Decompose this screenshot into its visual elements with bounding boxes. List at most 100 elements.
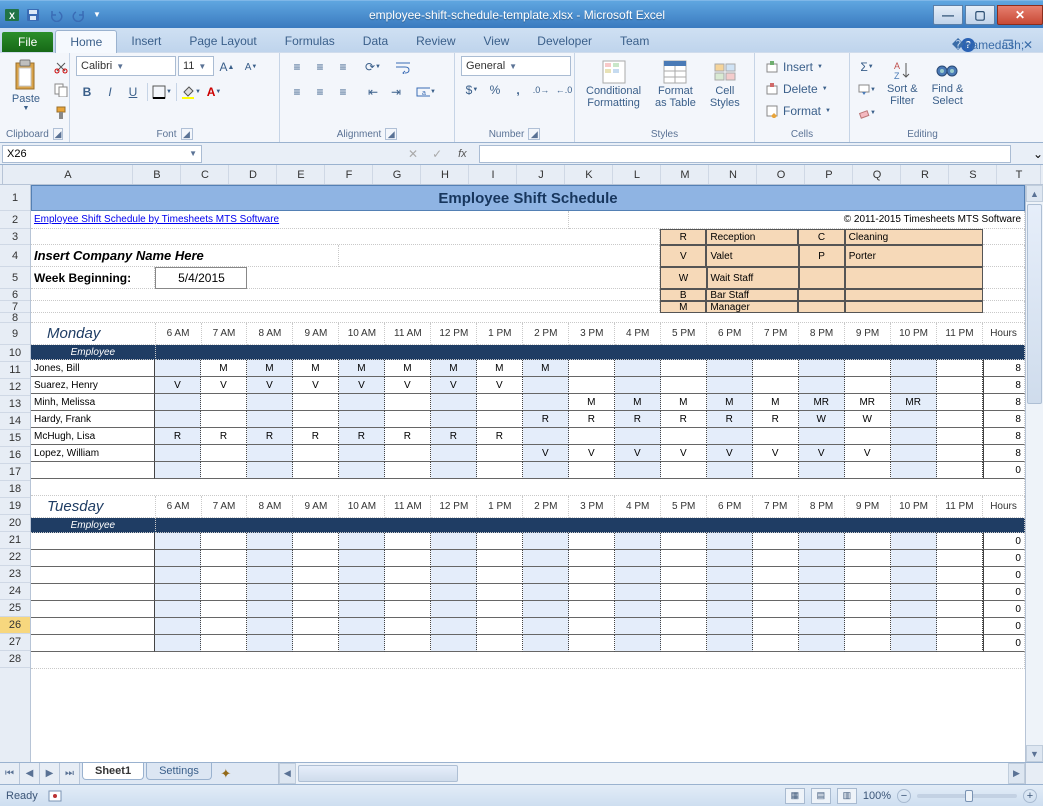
shift-cell[interactable] [247, 567, 293, 584]
shift-cell[interactable] [661, 567, 707, 584]
sort-filter-button[interactable]: AZSort & Filter [882, 56, 923, 110]
time-header[interactable]: 8 AM [247, 496, 293, 518]
row-header-18[interactable]: 18 [0, 481, 30, 498]
shift-cell[interactable]: R [477, 428, 523, 445]
shift-cell[interactable] [385, 533, 431, 550]
tab-page-layout[interactable]: Page Layout [175, 30, 270, 52]
cell[interactable]: Bar Staff [706, 289, 798, 301]
shift-cell[interactable] [891, 445, 937, 462]
col-header-C[interactable]: C [181, 165, 229, 184]
shift-cell[interactable] [569, 567, 615, 584]
shift-cell[interactable] [845, 377, 891, 394]
shift-cell[interactable] [339, 584, 385, 601]
shift-cell[interactable] [523, 567, 569, 584]
col-header-P[interactable]: P [805, 165, 853, 184]
hours-cell[interactable]: 8 [983, 360, 1025, 377]
shift-cell[interactable]: W [799, 411, 845, 428]
time-header[interactable]: 6 PM [707, 323, 753, 345]
align-top-button[interactable]: ≡ [286, 56, 308, 78]
underline-button[interactable]: U [122, 81, 144, 103]
shift-cell[interactable] [891, 411, 937, 428]
copyright-text[interactable]: © 2011-2015 Timesheets MTS Software [569, 211, 1025, 229]
shift-cell[interactable] [569, 601, 615, 618]
number-format-combo[interactable]: General▼ [461, 56, 571, 76]
shift-cell[interactable]: V [707, 445, 753, 462]
time-header[interactable]: 11 AM [385, 323, 431, 345]
col-header-M[interactable]: M [661, 165, 709, 184]
row-header-14[interactable]: 14 [0, 413, 30, 430]
shift-cell[interactable] [155, 567, 201, 584]
shift-cell[interactable] [155, 550, 201, 567]
shift-cell[interactable]: V [845, 445, 891, 462]
cell[interactable]: P [799, 245, 845, 267]
shift-cell[interactable]: R [293, 428, 339, 445]
shift-cell[interactable] [799, 601, 845, 618]
conditional-formatting-button[interactable]: Conditional Formatting [581, 56, 646, 112]
select-all-corner[interactable] [0, 165, 3, 185]
shift-cell[interactable] [155, 533, 201, 550]
shift-cell[interactable] [201, 411, 247, 428]
hours-header[interactable]: Hours [983, 323, 1025, 345]
cell[interactable] [31, 652, 1025, 669]
shift-cell[interactable] [799, 360, 845, 377]
row-header-27[interactable]: 27 [0, 634, 30, 651]
cell[interactable]: Valet [706, 245, 798, 267]
cell[interactable] [31, 479, 1025, 496]
hours-cell[interactable]: 8 [983, 411, 1025, 428]
shift-cell[interactable] [339, 618, 385, 635]
shift-cell[interactable] [845, 567, 891, 584]
shift-cell[interactable] [477, 567, 523, 584]
decrease-decimal-button[interactable]: ←.0 [553, 79, 575, 101]
shift-cell[interactable] [155, 445, 201, 462]
shift-cell[interactable] [707, 584, 753, 601]
shift-cell[interactable]: R [201, 428, 247, 445]
align-right-button[interactable]: ≡ [332, 81, 354, 103]
shift-cell[interactable] [431, 445, 477, 462]
shift-cell[interactable] [385, 411, 431, 428]
employee-header[interactable]: Employee [31, 345, 156, 360]
shift-cell[interactable] [293, 394, 339, 411]
shift-cell[interactable] [753, 377, 799, 394]
shift-cell[interactable] [569, 462, 615, 479]
shift-cell[interactable]: V [247, 377, 293, 394]
shift-cell[interactable] [707, 567, 753, 584]
cell[interactable] [799, 267, 845, 289]
row-header-12[interactable]: 12 [0, 379, 30, 396]
shift-cell[interactable] [339, 462, 385, 479]
shift-cell[interactable]: R [753, 411, 799, 428]
scroll-right-icon[interactable]: ▶ [1008, 763, 1025, 784]
tab-team[interactable]: Team [606, 30, 663, 52]
shift-cell[interactable] [523, 550, 569, 567]
shift-cell[interactable] [799, 618, 845, 635]
restore-window-icon[interactable]: ❐ [1001, 38, 1015, 52]
time-header[interactable]: 4 PM [615, 323, 661, 345]
shift-cell[interactable]: M [293, 360, 339, 377]
shift-cell[interactable] [339, 567, 385, 584]
shift-cell[interactable] [569, 377, 615, 394]
shift-cell[interactable] [293, 584, 339, 601]
cell[interactable] [983, 289, 1025, 301]
spreadsheet-grid[interactable]: Employee Shift ScheduleEmployee Shift Sc… [31, 185, 1025, 762]
shift-cell[interactable] [247, 618, 293, 635]
shift-cell[interactable] [201, 601, 247, 618]
shift-cell[interactable] [937, 584, 983, 601]
cell[interactable] [31, 229, 660, 245]
row-header-20[interactable]: 20 [0, 515, 30, 532]
shift-cell[interactable]: M [477, 360, 523, 377]
decrease-indent-button[interactable]: ⇤ [362, 81, 384, 103]
shift-cell[interactable] [247, 550, 293, 567]
shift-cell[interactable]: M [523, 360, 569, 377]
shift-cell[interactable] [569, 360, 615, 377]
tab-formulas[interactable]: Formulas [271, 30, 349, 52]
shift-cell[interactable]: M [247, 360, 293, 377]
shift-cell[interactable] [937, 618, 983, 635]
shift-cell[interactable] [845, 533, 891, 550]
shift-cell[interactable] [661, 601, 707, 618]
cell[interactable] [983, 229, 1025, 245]
shift-cell[interactable]: M [339, 360, 385, 377]
legend-name[interactable]: Reception [706, 229, 798, 245]
shift-cell[interactable]: V [431, 377, 477, 394]
col-header-O[interactable]: O [757, 165, 805, 184]
shift-cell[interactable] [891, 462, 937, 479]
close-workbook-icon[interactable]: ✕ [1021, 38, 1035, 52]
